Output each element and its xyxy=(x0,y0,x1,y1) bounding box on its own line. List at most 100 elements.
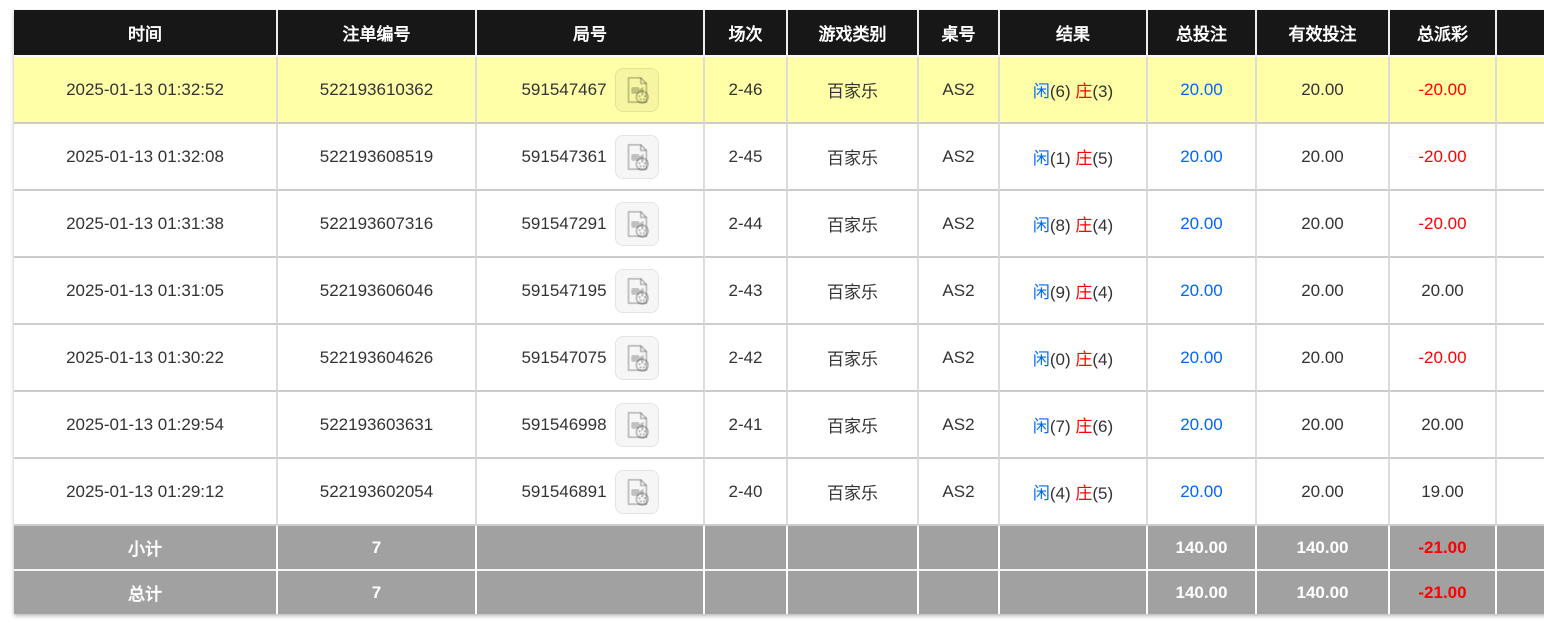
cell-table-no: AS2 xyxy=(919,57,1000,124)
table-row[interactable]: 2025-01-13 01:29:54 522193603631 5915469… xyxy=(14,392,1544,459)
cell-total-bet: 20.00 xyxy=(1148,57,1257,124)
cell-valid-bet: 20.00 xyxy=(1257,57,1390,124)
video-file-icon xyxy=(621,275,653,307)
table-row[interactable]: 2025-01-13 01:31:38 522193607316 5915472… xyxy=(14,191,1544,258)
col-header-session: 场次 xyxy=(705,10,788,57)
table-body: 2025-01-13 01:32:52 522193610362 5915474… xyxy=(14,57,1544,526)
summary-label: 小计 xyxy=(14,526,278,571)
cell-game-type: 百家乐 xyxy=(788,459,919,526)
cell-valid-bet: 20.00 xyxy=(1257,392,1390,459)
cell-payout: -20.00 xyxy=(1390,325,1497,392)
cell-table-no: AS2 xyxy=(919,191,1000,258)
cell-total-bet: 20.00 xyxy=(1148,124,1257,191)
cell-valid-bet: 20.00 xyxy=(1257,258,1390,325)
round-number: 591547467 xyxy=(521,80,606,100)
cell-result: 闲(0) 庄(4) xyxy=(1000,325,1148,392)
summary-label: 总计 xyxy=(14,571,278,614)
result-player-label: 闲 xyxy=(1033,149,1050,168)
table-row[interactable]: 2025-01-13 01:32:52 522193610362 5915474… xyxy=(14,57,1544,124)
video-replay-button[interactable] xyxy=(615,336,659,380)
cell-session: 2-42 xyxy=(705,325,788,392)
result-banker-label: 庄 xyxy=(1075,283,1092,302)
cell-bet-id: 522193603631 xyxy=(278,392,477,459)
summary-extra xyxy=(1497,571,1544,614)
result-player-score: (7) xyxy=(1050,417,1071,436)
video-replay-button[interactable] xyxy=(615,269,659,313)
cell-table-no: AS2 xyxy=(919,392,1000,459)
result-banker-score: (4) xyxy=(1092,283,1113,302)
table-row[interactable]: 2025-01-13 01:30:22 522193604626 5915470… xyxy=(14,325,1544,392)
cell-bet-id: 522193602054 xyxy=(278,459,477,526)
cell-payout: -20.00 xyxy=(1390,191,1497,258)
table-row[interactable]: 2025-01-13 01:29:12 522193602054 5915468… xyxy=(14,459,1544,526)
summary-table xyxy=(919,526,1000,571)
summary-round xyxy=(477,526,705,571)
summary-table xyxy=(919,571,1000,614)
cell-round-id: 591547361 xyxy=(477,124,705,191)
cell-time: 2025-01-13 01:30:22 xyxy=(14,325,278,392)
video-replay-button[interactable] xyxy=(615,135,659,179)
result-banker-score: (6) xyxy=(1092,417,1113,436)
cell-session: 2-43 xyxy=(705,258,788,325)
cell-result: 闲(7) 庄(6) xyxy=(1000,392,1148,459)
cell-time: 2025-01-13 01:29:12 xyxy=(14,459,278,526)
cell-result: 闲(4) 庄(5) xyxy=(1000,459,1148,526)
result-banker-label: 庄 xyxy=(1075,350,1092,369)
col-header-bet-id: 注单编号 xyxy=(278,10,477,57)
table-footer: 小计 7 140.00 140.00 -21.00 总计 7 140.00 14… xyxy=(14,526,1544,614)
cell-payout: 19.00 xyxy=(1390,459,1497,526)
summary-session xyxy=(705,571,788,614)
result-banker-score: (4) xyxy=(1092,216,1113,235)
col-header-game-type: 游戏类别 xyxy=(788,10,919,57)
cell-extra xyxy=(1497,392,1544,459)
summary-extra xyxy=(1497,526,1544,571)
cell-round-id: 591547291 xyxy=(477,191,705,258)
table-row[interactable]: 2025-01-13 01:32:08 522193608519 5915473… xyxy=(14,124,1544,191)
cell-extra xyxy=(1497,124,1544,191)
cell-session: 2-46 xyxy=(705,57,788,124)
result-player-score: (9) xyxy=(1050,283,1071,302)
video-replay-button[interactable] xyxy=(615,403,659,447)
cell-payout: -20.00 xyxy=(1390,57,1497,124)
cell-valid-bet: 20.00 xyxy=(1257,459,1390,526)
cell-game-type: 百家乐 xyxy=(788,258,919,325)
cell-bet-id: 522193604626 xyxy=(278,325,477,392)
video-replay-button[interactable] xyxy=(615,68,659,112)
table-header: 时间 注单编号 局号 场次 游戏类别 桌号 结果 总投注 有效投注 总派彩 xyxy=(14,10,1544,57)
summary-result xyxy=(1000,571,1148,614)
cell-time: 2025-01-13 01:32:52 xyxy=(14,57,278,124)
cell-time: 2025-01-13 01:29:54 xyxy=(14,392,278,459)
video-file-icon xyxy=(621,208,653,240)
cell-payout: 20.00 xyxy=(1390,392,1497,459)
table-row[interactable]: 2025-01-13 01:31:05 522193606046 5915471… xyxy=(14,258,1544,325)
col-header-table-no: 桌号 xyxy=(919,10,1000,57)
result-player-score: (1) xyxy=(1050,149,1071,168)
result-banker-label: 庄 xyxy=(1075,417,1092,436)
cell-bet-id: 522193607316 xyxy=(278,191,477,258)
cell-round-id: 591547467 xyxy=(477,57,705,124)
video-replay-button[interactable] xyxy=(615,470,659,514)
result-player-label: 闲 xyxy=(1033,216,1050,235)
cell-total-bet: 20.00 xyxy=(1148,392,1257,459)
result-banker-label: 庄 xyxy=(1075,82,1092,101)
cell-bet-id: 522193606046 xyxy=(278,258,477,325)
video-file-icon xyxy=(621,141,653,173)
cell-extra xyxy=(1497,459,1544,526)
cell-bet-id: 522193608519 xyxy=(278,124,477,191)
cell-result: 闲(9) 庄(4) xyxy=(1000,258,1148,325)
col-header-payout: 总派彩 xyxy=(1390,10,1497,57)
cell-session: 2-41 xyxy=(705,392,788,459)
cell-session: 2-40 xyxy=(705,459,788,526)
cell-game-type: 百家乐 xyxy=(788,124,919,191)
cell-game-type: 百家乐 xyxy=(788,325,919,392)
video-replay-button[interactable] xyxy=(615,202,659,246)
cell-time: 2025-01-13 01:32:08 xyxy=(14,124,278,191)
video-file-icon xyxy=(621,476,653,508)
bet-records-table: 时间 注单编号 局号 场次 游戏类别 桌号 结果 总投注 有效投注 总派彩 20… xyxy=(14,10,1544,614)
summary-game xyxy=(788,526,919,571)
cell-result: 闲(1) 庄(5) xyxy=(1000,124,1148,191)
cell-valid-bet: 20.00 xyxy=(1257,325,1390,392)
cell-table-no: AS2 xyxy=(919,459,1000,526)
cell-round-id: 591547195 xyxy=(477,258,705,325)
cell-time: 2025-01-13 01:31:05 xyxy=(14,258,278,325)
